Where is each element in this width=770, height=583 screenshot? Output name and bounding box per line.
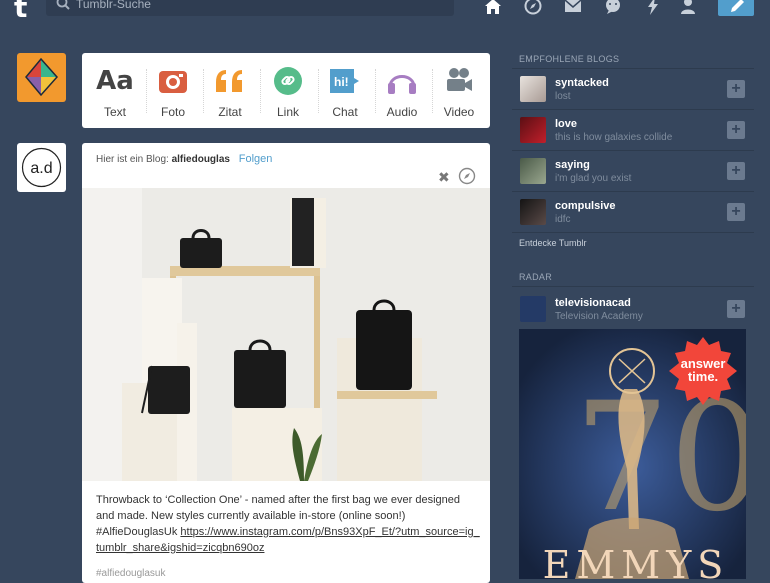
post-header: Hier ist ein Blog: alfiedouglas Folgen [96,153,273,165]
radar-blog-item[interactable]: televisionacad Television Academy + [512,289,754,329]
radar-post-image[interactable]: 70 answer time. EMMYS [519,329,746,579]
post-tag[interactable]: #alfiedouglasuk [96,568,166,579]
quote-icon [216,70,242,92]
blog-avatar [520,199,546,225]
post-photo[interactable] [82,188,490,481]
post-type-text[interactable]: Aa Text [86,63,144,119]
recommended-blog-item[interactable]: compulsive idfc + [512,192,754,233]
explore-icon[interactable] [523,0,543,16]
follow-button[interactable]: Folgen [239,153,273,165]
author-avatar-image: a.d [21,147,62,188]
geometric-avatar-icon [25,57,59,97]
recommended-post: Hier ist ein Blog: alfiedouglas Folgen ✖ [82,143,490,583]
post-type-bar: Aa Text Foto Zitat Link hi! Chat Audio V… [82,53,490,128]
post-type-quote[interactable]: Zitat [201,63,259,119]
blog-name[interactable]: alfiedouglas [172,154,230,165]
svg-text:a.d: a.d [30,160,52,177]
blog-avatar [520,117,546,143]
radar-title: RADAR [519,272,553,282]
follow-plus-icon[interactable]: + [727,80,745,98]
blog-avatar [520,296,546,322]
search-input[interactable]: Tumblr-Suche [46,0,454,16]
compass-icon[interactable] [458,167,476,185]
headphones-icon [388,75,416,94]
follow-plus-icon[interactable]: + [727,162,745,180]
activity-icon[interactable] [643,0,663,16]
account-icon[interactable] [678,0,698,16]
text-icon: Aa [96,66,134,96]
search-icon [56,0,70,10]
follow-plus-icon[interactable]: + [727,121,745,139]
inbox-icon[interactable] [563,0,583,16]
close-icon[interactable]: ✖ [438,169,450,186]
post-type-video[interactable]: Video [430,63,488,119]
video-camera-icon [447,68,472,91]
post-type-link[interactable]: Link [259,63,317,119]
user-avatar[interactable] [17,53,66,102]
svg-text:hi!: hi! [334,75,349,89]
follow-plus-icon[interactable]: + [727,300,745,318]
chat-icon: hi! [330,69,359,93]
tumblr-logo[interactable]: t [14,0,27,22]
camera-icon [159,71,187,93]
home-icon[interactable] [483,0,503,16]
pencil-icon [731,0,744,12]
post-caption: Throwback to ‘Collection One’ - named af… [96,494,480,554]
top-navigation-bar: t Tumblr-Suche [0,0,770,22]
recommended-blog-item[interactable]: saying i'm glad you exist + [512,151,754,192]
discover-tumblr-link[interactable]: Entdecke Tumblr [519,238,587,248]
link-icon [274,67,302,95]
search-placeholder: Tumblr-Suche [76,0,151,11]
follow-plus-icon[interactable]: + [727,203,745,221]
post-author-avatar[interactable]: a.d [17,143,66,192]
post-type-audio[interactable]: Audio [373,63,431,119]
recommended-blog-item[interactable]: love this is how galaxies collide + [512,110,754,151]
bags-display-photo [82,188,490,481]
post-type-photo[interactable]: Foto [144,63,202,119]
messaging-icon[interactable] [603,0,623,16]
recommended-blogs-title: EMPFOHLENE BLOGS [519,54,620,64]
blog-avatar [520,158,546,184]
compose-button[interactable] [718,0,754,16]
recommended-blog-item[interactable]: syntacked lost + [512,69,754,110]
post-type-chat[interactable]: hi! Chat [316,63,374,119]
blog-avatar [520,76,546,102]
